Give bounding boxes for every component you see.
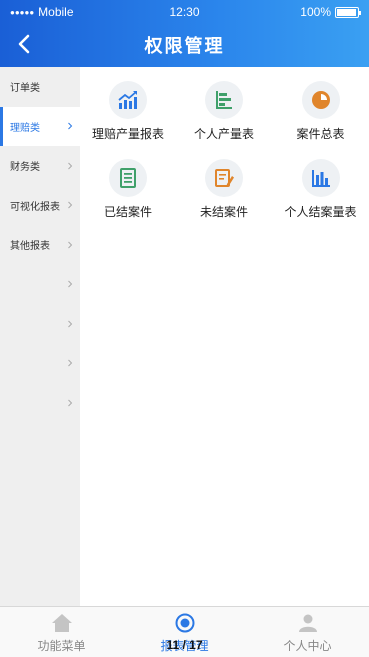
- report-tile-label: 未结案件: [199, 205, 248, 219]
- report-tile-label: 个人结案量表: [284, 205, 357, 219]
- document-list-icon: [120, 168, 136, 188]
- bar-chart-trend-icon: [118, 91, 137, 109]
- chevron-right-icon: [68, 201, 73, 209]
- person-icon: [298, 614, 317, 632]
- sidebar-item-visual-reports[interactable]: 可视化报表: [0, 186, 80, 226]
- sidebar-item-label: 财务类: [10, 162, 40, 174]
- horizontal-bars-icon: [216, 91, 232, 109]
- report-tile-label: 案件总表: [296, 127, 345, 141]
- sidebar-item-claims[interactable]: 理赔类: [0, 106, 80, 146]
- report-tile-personal-output[interactable]: 个人产量表: [176, 81, 272, 149]
- sidebar-item-other-reports[interactable]: 其他报表: [0, 225, 80, 265]
- sidebar-item-label: 可视化报表: [10, 201, 60, 213]
- page-title: 权限管理: [144, 36, 225, 56]
- edit-document-icon: [215, 169, 234, 187]
- status-bar: ●●●●● Mobile 12:30 100%: [0, 4, 369, 22]
- sidebar-item-label: 其他报表: [10, 241, 50, 253]
- tab-label: 个人中心: [283, 639, 332, 653]
- chevron-right-icon: [68, 241, 73, 249]
- report-tile-claims-output[interactable]: 理赔产量报表: [80, 81, 176, 149]
- icon-circle: [109, 81, 147, 119]
- pie-chart-icon: [311, 91, 330, 109]
- sidebar-item-empty[interactable]: [0, 304, 80, 344]
- sidebar-item-label: 订单类: [10, 83, 40, 95]
- column-chart-icon: [311, 170, 330, 187]
- report-tile-label: 个人产量表: [193, 127, 254, 141]
- report-tile-open-cases[interactable]: 未结案件: [176, 159, 272, 227]
- report-tile-personal-closed[interactable]: 个人结案量表: [272, 159, 369, 227]
- nav-bar: 权限管理: [0, 26, 369, 62]
- report-panel: 理赔产量报表 个人产量表 案件总表 已结案件 未结案件 个人结案量表: [80, 67, 369, 606]
- report-tile-label: 已结案件: [103, 205, 152, 219]
- category-sidebar: 订单类 理赔类 财务类 可视化报表 其他报表: [0, 67, 80, 606]
- chevron-right-icon: [68, 280, 73, 288]
- report-tile-case-summary[interactable]: 案件总表: [272, 81, 369, 149]
- chevron-right-icon: [68, 162, 73, 170]
- report-tile-closed-cases[interactable]: 已结案件: [80, 159, 176, 227]
- bottom-tab-bar: 功能菜单 报表管理 11 / 17 个人中心: [0, 606, 369, 657]
- sidebar-item-orders[interactable]: 订单类: [0, 67, 80, 107]
- icon-circle: [109, 159, 147, 197]
- sidebar-item-empty[interactable]: [0, 265, 80, 305]
- chevron-right-icon: [68, 320, 73, 328]
- tab-label: 功能菜单: [37, 639, 86, 653]
- home-icon: [51, 614, 72, 632]
- icon-circle: [301, 81, 340, 119]
- target-icon: [175, 613, 194, 633]
- battery-info: 100%: [300, 5, 361, 19]
- report-tile-label: 理赔产量报表: [91, 127, 164, 141]
- chevron-right-icon: [68, 399, 73, 407]
- sidebar-item-label: 理赔类: [10, 122, 40, 134]
- tab-function-menu[interactable]: 功能菜单: [0, 607, 123, 657]
- sidebar-item-empty[interactable]: [0, 344, 80, 384]
- page-indicator: 11 / 17: [166, 638, 203, 652]
- app-header: ●●●●● Mobile 12:30 100% 权限管理: [0, 0, 369, 67]
- sidebar-item-empty[interactable]: [0, 383, 80, 423]
- chevron-right-icon: [68, 122, 73, 130]
- icon-circle: [205, 81, 243, 119]
- icon-circle: [301, 159, 340, 197]
- battery-icon: [335, 6, 361, 18]
- battery-percent: 100%: [300, 5, 331, 19]
- icon-circle: [205, 159, 243, 197]
- tab-report-management[interactable]: 报表管理 11 / 17: [123, 607, 246, 657]
- chevron-right-icon: [68, 359, 73, 367]
- tab-personal-center[interactable]: 个人中心: [246, 607, 369, 657]
- report-grid: 理赔产量报表 个人产量表 案件总表 已结案件 未结案件 个人结案量表: [80, 81, 369, 227]
- sidebar-item-finance[interactable]: 财务类: [0, 146, 80, 186]
